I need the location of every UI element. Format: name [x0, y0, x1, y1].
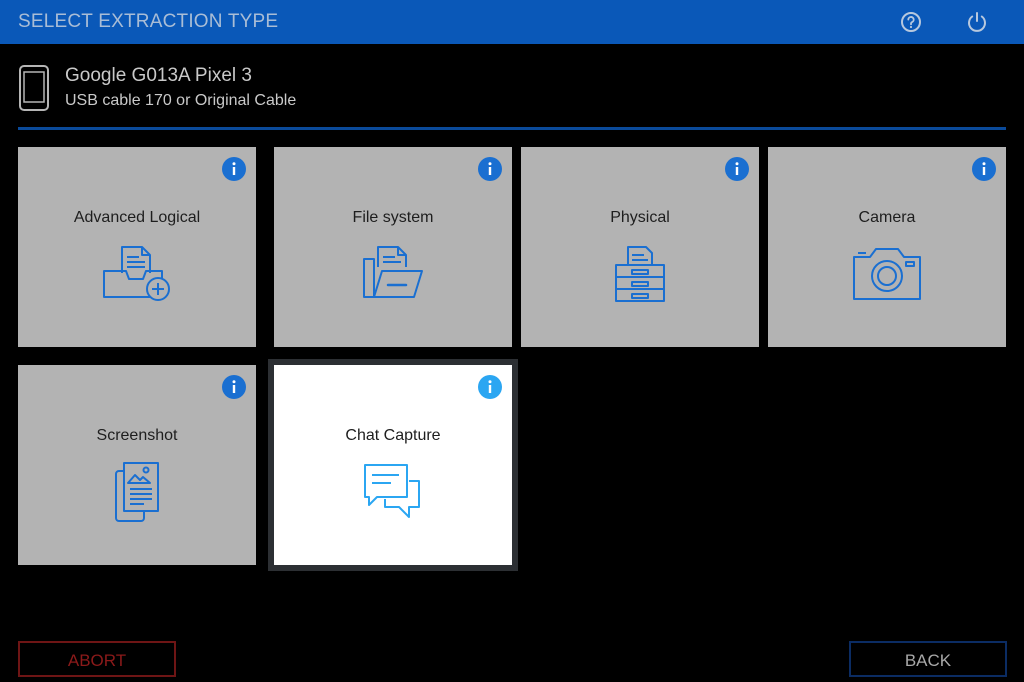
tile-label: Physical — [610, 209, 670, 226]
power-icon[interactable] — [964, 9, 990, 35]
info-icon[interactable] — [972, 157, 996, 181]
info-icon[interactable] — [222, 157, 246, 181]
tile-advanced-logical[interactable]: Advanced Logical — [18, 147, 256, 347]
tile-label: Chat Capture — [345, 427, 441, 444]
page-title: SELECT EXTRACTION TYPE — [18, 11, 279, 32]
device-connection: USB cable 170 or Original Cable — [65, 92, 297, 109]
device-name: Google G013A Pixel 3 — [65, 65, 252, 86]
cabinet-drawers-icon — [612, 243, 668, 310]
tile-physical[interactable]: Physical — [521, 147, 759, 347]
tile-label: Screenshot — [96, 427, 178, 444]
chat-bubbles-icon — [361, 461, 425, 528]
camera-icon — [850, 243, 924, 308]
folder-files-icon — [360, 243, 426, 308]
tile-file-system[interactable]: File system — [274, 147, 512, 347]
info-icon[interactable] — [478, 157, 502, 181]
info-icon[interactable] — [478, 375, 502, 399]
tile-label: File system — [352, 209, 434, 226]
info-icon[interactable] — [222, 375, 246, 399]
tile-screenshot[interactable]: Screenshot — [18, 365, 256, 565]
device-info: Google G013A Pixel 3 USB cable 170 or Or… — [0, 60, 1024, 120]
phone-icon — [18, 64, 50, 117]
header-bar: SELECT EXTRACTION TYPE — [0, 0, 1024, 44]
header-divider — [18, 127, 1006, 130]
back-button[interactable]: BACK — [849, 641, 1007, 677]
info-icon[interactable] — [725, 157, 749, 181]
help-icon[interactable] — [898, 9, 924, 35]
tile-label: Advanced Logical — [73, 209, 201, 226]
screenshot-icon — [112, 461, 162, 530]
inbox-add-icon — [100, 243, 174, 308]
tile-chat-capture[interactable]: Chat Capture — [268, 359, 518, 571]
abort-button[interactable]: ABORT — [18, 641, 176, 677]
tile-label: Camera — [858, 209, 916, 226]
tile-camera[interactable]: Camera — [768, 147, 1006, 347]
